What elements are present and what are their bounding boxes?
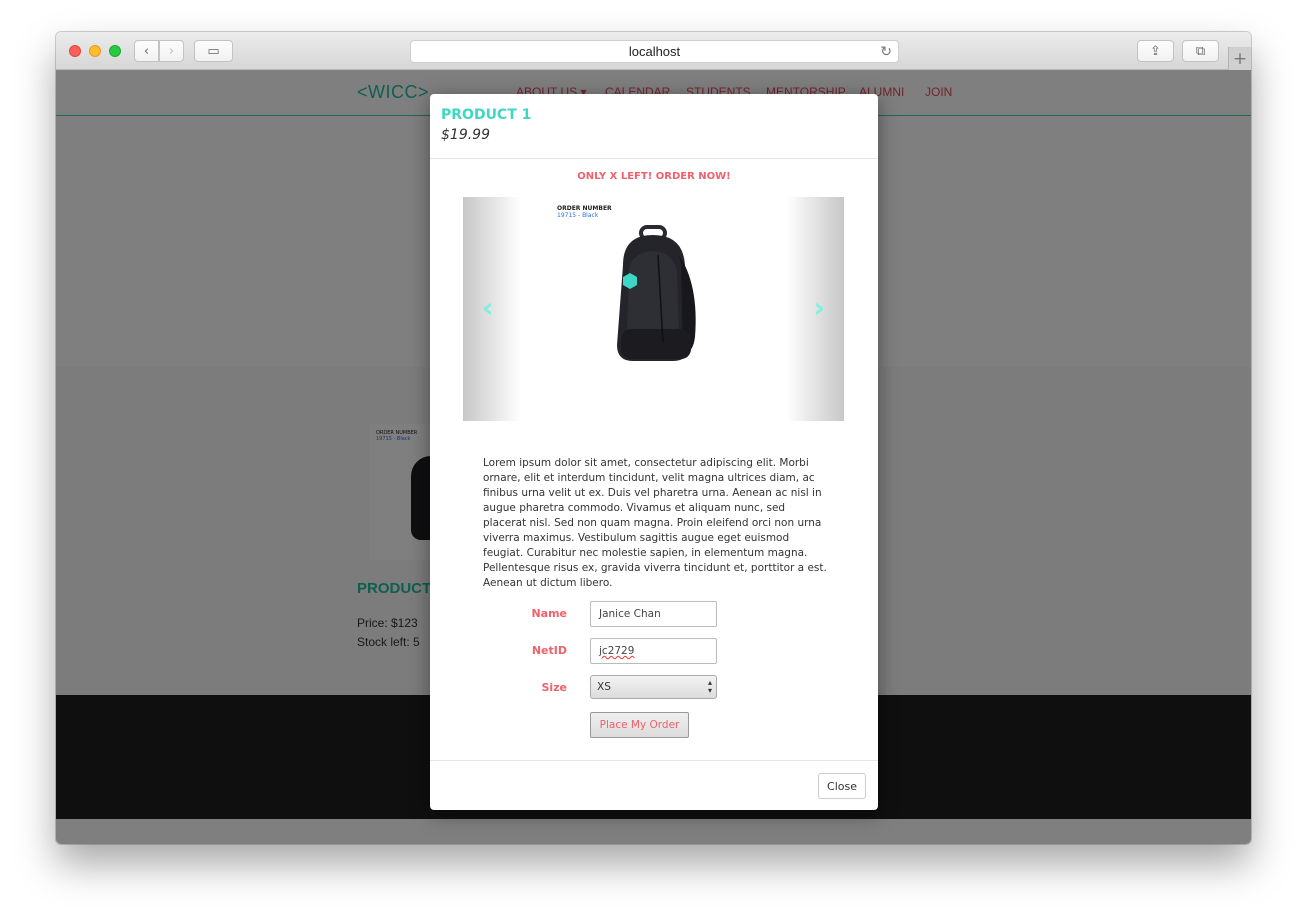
show-tabs-button[interactable]: ⧉ xyxy=(1182,40,1219,62)
name-input[interactable]: Janice Chan xyxy=(590,601,717,627)
close-modal-button[interactable]: Close xyxy=(818,773,866,799)
url-text: localhost xyxy=(628,44,681,59)
close-window-button[interactable] xyxy=(69,45,81,57)
plus-icon: + xyxy=(1232,48,1248,69)
chevron-left-icon[interactable]: ‹ xyxy=(482,291,494,324)
size-selected-value: XS xyxy=(597,681,611,693)
share-icon: ⇪ xyxy=(1150,43,1161,59)
chevron-right-icon: › xyxy=(168,43,175,59)
chevron-right-icon[interactable]: › xyxy=(813,291,825,324)
minimize-window-button[interactable] xyxy=(89,45,101,57)
chevron-left-icon: ‹ xyxy=(143,43,150,59)
product-carousel: ORDER NUMBER 19715 - Black ‹ › xyxy=(463,197,844,421)
carousel-order-value: 19715 - Black xyxy=(557,212,599,219)
new-tab-button[interactable]: + xyxy=(1228,47,1251,70)
page-viewport: <WICC> ABOUT US ▾ CALENDAR STUDENTS MENT… xyxy=(56,70,1251,844)
place-order-button[interactable]: Place My Order xyxy=(590,712,689,738)
sidebar-toggle-button[interactable]: ▭ xyxy=(194,40,233,62)
select-arrows-icon: ▴ ▾ xyxy=(707,678,712,695)
maximize-window-button[interactable] xyxy=(109,45,121,57)
size-select[interactable]: XS ▴ ▾ xyxy=(590,675,717,699)
forward-button[interactable]: › xyxy=(159,40,184,62)
modal-footer: Close xyxy=(430,760,878,810)
product-modal: PRODUCT 1 $19.99 ONLY X LEFT! ORDER NOW!… xyxy=(430,94,878,810)
sidebar-icon: ▭ xyxy=(207,43,220,59)
modal-title: PRODUCT 1 xyxy=(441,107,532,123)
product-description: Lorem ipsum dolor sit amet, consectetur … xyxy=(483,457,827,589)
netid-input[interactable]: jc2729 xyxy=(590,638,717,664)
carousel-order-label: ORDER NUMBER xyxy=(557,205,612,212)
browser-window: ‹ › ▭ localhost ↻ ⇪ ⧉ + <WICC> ABOUT US … xyxy=(56,32,1251,844)
modal-price: $19.99 xyxy=(441,127,490,143)
netid-label: NetID xyxy=(531,644,567,657)
urgency-message: ONLY X LEFT! ORDER NOW! xyxy=(577,171,731,182)
back-button[interactable]: ‹ xyxy=(134,40,159,62)
modal-header: PRODUCT 1 $19.99 xyxy=(430,94,878,159)
name-label: Name xyxy=(531,607,567,620)
size-label: Size xyxy=(541,681,567,694)
share-button[interactable]: ⇪ xyxy=(1137,40,1174,62)
reload-icon[interactable]: ↻ xyxy=(880,43,892,60)
backpack-image xyxy=(617,225,696,361)
address-bar[interactable]: localhost ↻ xyxy=(410,40,899,63)
browser-toolbar: ‹ › ▭ localhost ↻ ⇪ ⧉ + xyxy=(56,32,1251,70)
tabs-icon: ⧉ xyxy=(1195,43,1206,59)
